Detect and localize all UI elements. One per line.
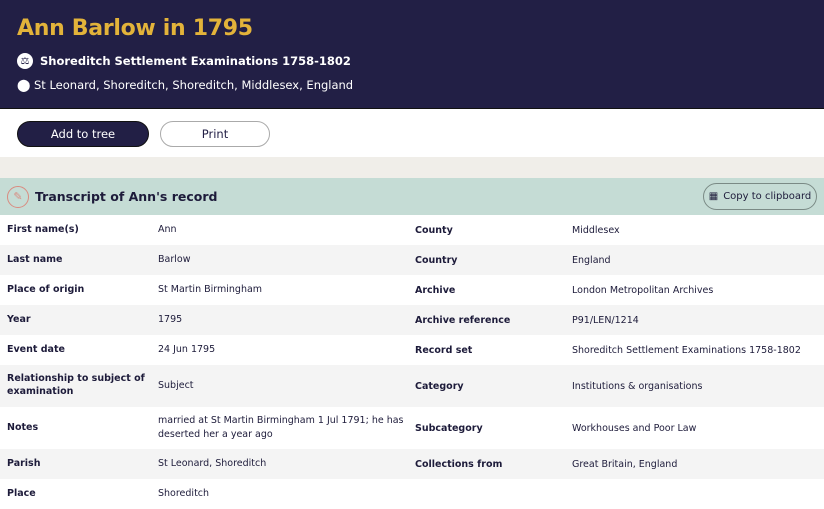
table-row: Relationship to subject of examination Su…	[0, 365, 824, 407]
transcript-header: ✎ Transcript of Ann's record ▦ Copy to cl…	[0, 178, 824, 215]
field-value: St Martin Birmingham	[158, 284, 263, 296]
field-value: Shoreditch	[158, 488, 210, 500]
clipboard-icon: ▦	[708, 191, 719, 202]
field-value: Institutions & organisations	[572, 380, 703, 392]
field-label: Archive	[415, 284, 456, 296]
gavel-icon: ⚖	[17, 53, 33, 69]
field-label: County	[415, 224, 453, 236]
field-value: England	[572, 254, 611, 266]
field-label: Record set	[415, 344, 473, 356]
transcript-table: First name(s) Ann County Middlesex Last name…	[0, 215, 824, 509]
field-label: Place	[7, 487, 36, 499]
field-label: Event date	[7, 343, 65, 355]
field-value: 1795	[158, 314, 183, 326]
field-label: Last name	[7, 253, 63, 265]
field-label: Subcategory	[415, 422, 483, 434]
table-row: Event date 24 Jun 1795 Record set Shoreditc…	[0, 335, 824, 365]
transcript-title: Transcript of Ann's record	[35, 189, 218, 204]
field-label: Notes	[7, 421, 39, 433]
field-value: St Leonard, Shoreditch	[158, 458, 267, 470]
field-label: Collections from	[415, 458, 503, 470]
page-title: Ann Barlow in 1795	[17, 16, 253, 41]
table-row: First name(s) Ann County Middlesex	[0, 215, 824, 245]
table-row: Year 1795 Archive reference P91/LEN/1214	[0, 305, 824, 335]
field-label: Relationship to subject of examination	[7, 373, 145, 397]
field-value: London Metropolitan Archives	[572, 284, 714, 296]
table-row: Notes married at St Martin Birmingham 1 J…	[0, 407, 824, 449]
table-row: Last name Barlow Country England	[0, 245, 824, 275]
location-pin-icon: ⬤	[17, 78, 31, 92]
location: St Leonard, Shoreditch, Shoreditch, Midd…	[34, 78, 354, 92]
field-label: First name(s)	[7, 223, 79, 235]
field-value: P91/LEN/1214	[572, 314, 639, 326]
field-label: Country	[415, 254, 458, 266]
divider-band	[0, 157, 824, 178]
field-label: Parish	[7, 457, 41, 469]
record-header: Ann Barlow in 1795 ⚖ Shoreditch Settleme…	[0, 0, 824, 109]
field-value: Ann	[158, 224, 177, 236]
field-value: Subject	[158, 380, 194, 392]
field-value: Workhouses and Poor Law	[572, 422, 697, 434]
copy-to-clipboard-button[interactable]: ▦ Copy to clipboard	[703, 183, 817, 210]
table-row: Place Shoreditch	[0, 479, 824, 509]
transcript-icon: ✎	[7, 185, 29, 208]
add-to-tree-button[interactable]: Add to tree	[17, 121, 149, 147]
field-label: Place of origin	[7, 283, 85, 295]
print-button[interactable]: Print	[160, 121, 270, 147]
field-value: Middlesex	[572, 224, 620, 236]
copy-label: Copy to clipboard	[723, 191, 812, 202]
field-value: Barlow	[158, 254, 191, 266]
field-label: Category	[415, 380, 464, 392]
field-value: Shoreditch Settlement Examinations 1758-…	[572, 344, 801, 356]
field-label: Year	[7, 313, 31, 325]
table-row: Place of origin St Martin Birmingham Archi…	[0, 275, 824, 305]
field-value: Great Britain, England	[572, 458, 678, 470]
field-value: 24 Jun 1795	[158, 344, 216, 356]
collection-name[interactable]: Shoreditch Settlement Examinations 1758-…	[40, 54, 351, 68]
field-value: married at St Martin Birmingham 1 Jul 17…	[158, 415, 404, 440]
table-row: Parish St Leonard, Shoreditch Collections …	[0, 449, 824, 479]
field-label: Archive reference	[415, 314, 511, 326]
